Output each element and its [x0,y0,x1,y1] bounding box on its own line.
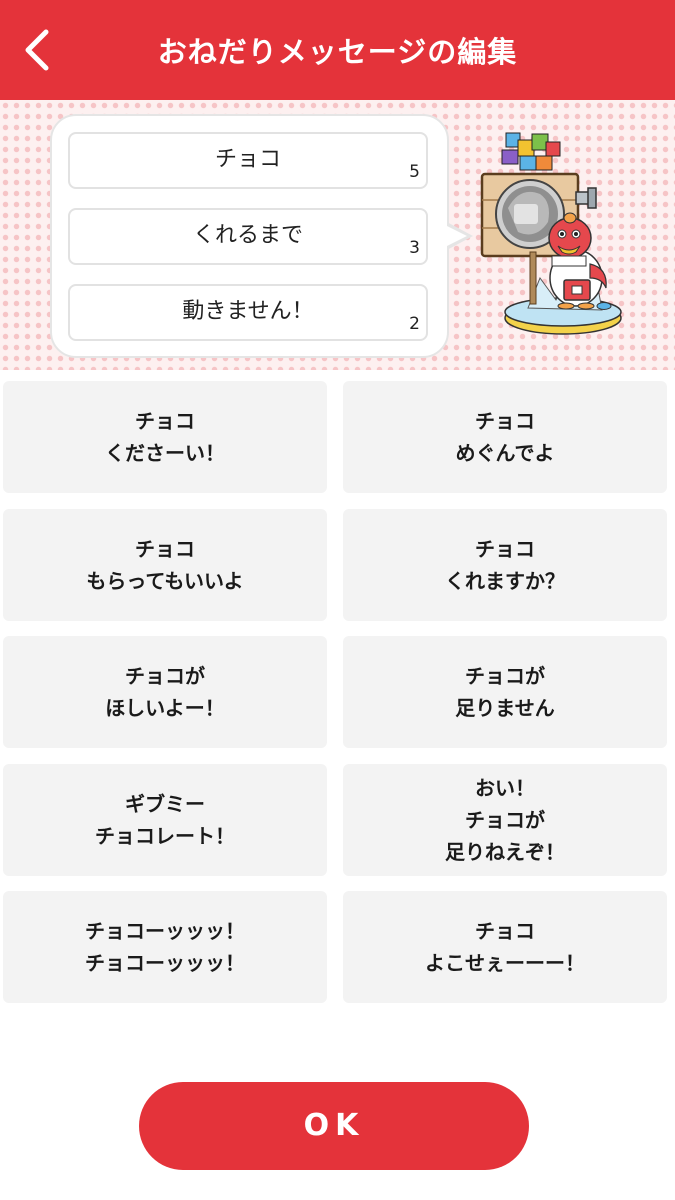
app-header: おねだりメッセージの編集 [0,0,675,100]
message-option[interactable]: ギブミー チョコレート！ [3,764,327,876]
message-preview-area: チョコ 5 くれるまで 3 動きません！ 2 [0,100,675,370]
message-option[interactable]: チョコ くれますか？ [343,509,667,621]
message-option[interactable]: チョコ もらってもいいよ [3,509,327,621]
message-line-text: チョコ [214,147,281,172]
page-title: おねだりメッセージの編集 [157,35,518,69]
chevron-left-icon [25,29,49,71]
message-line-count: 5 [409,162,420,182]
back-button[interactable] [14,24,66,76]
message-option[interactable]: チョコが ほしいよー！ [3,636,327,748]
message-line-count: 3 [409,238,420,258]
message-option[interactable]: おい！ チョコが 足りねえぞ！ [343,764,667,876]
message-option[interactable]: チョコ くださーい！ [3,381,327,493]
message-option[interactable]: チョコ よこせぇーーー！ [343,891,667,1003]
message-line-count: 2 [409,314,420,334]
message-line-1[interactable]: チョコ 5 [68,132,428,189]
message-line-text: 動きません！ [182,299,314,324]
message-line-3[interactable]: 動きません！ 2 [68,284,428,341]
message-option[interactable]: チョコが 足りません [343,636,667,748]
ok-button[interactable]: OK [139,1082,529,1170]
mascot-character-illustration [480,132,622,335]
message-line-2[interactable]: くれるまで 3 [68,208,428,265]
speech-bubble-tail [443,224,467,248]
message-option[interactable]: チョコーッッッ！ チョコーッッッ！ [3,891,327,1003]
message-option[interactable]: チョコ めぐんでよ [343,381,667,493]
speech-bubble: チョコ 5 くれるまで 3 動きません！ 2 [50,114,449,358]
message-line-text: くれるまで [192,223,303,248]
